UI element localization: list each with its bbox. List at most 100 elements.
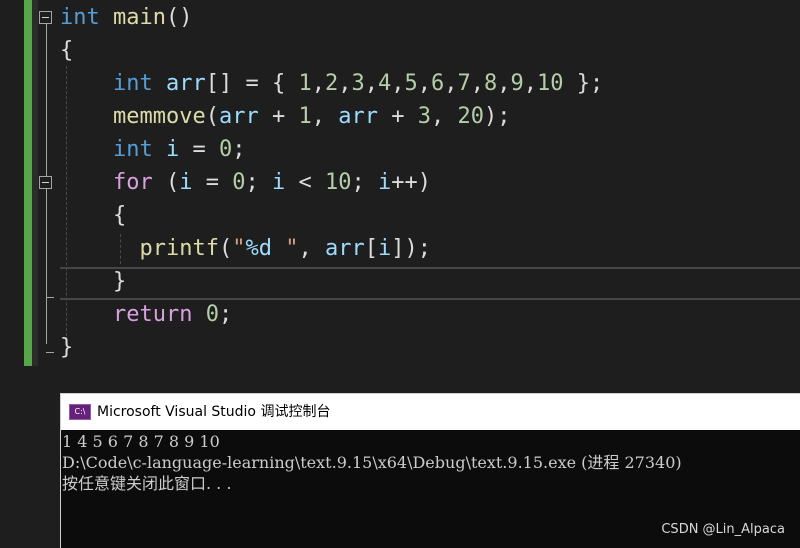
code-token: %d [245,236,272,261]
code-token: 9 [510,71,524,96]
code-token: = [179,137,219,162]
code-token: i [165,137,180,162]
code-token: , [311,71,325,96]
code-token: , [523,71,537,96]
code-token: i [377,170,392,195]
code-token: 3 [351,71,365,96]
code-line: for (i = 0; i < 10; i++) [60,166,431,199]
code-token: () [165,5,193,30]
code-token: arr [218,104,259,129]
console-output-line: 按任意键关闭此窗口. . . [62,474,232,493]
code-token: i [377,236,392,261]
code-line: return 0; [60,298,232,331]
code-token: arr [338,104,378,129]
code-token: 1 [298,71,312,96]
outline-end-marker [46,297,54,298]
code-token: 1 [298,104,312,129]
current-line-highlight [60,267,800,300]
code-token: arr [324,236,365,261]
code-token: for [112,170,153,195]
visual-studio-console-icon: C:\ [69,404,91,420]
code-token: main [113,5,166,30]
code-token: 4 [377,71,392,96]
fold-collapse-icon[interactable] [39,176,52,189]
code-line: int arr[] = { 1,2,3,4,5,6,7,8,9,10 }; [60,67,603,100]
editor-margin [32,0,38,366]
code-token: ( [218,236,233,261]
code-token: ; [232,137,246,162]
console-titlebar[interactable]: C:\ Microsoft Visual Studio 调试控制台 [61,394,800,430]
code-line: } [60,265,126,298]
outline-end-marker [46,352,54,353]
code-token: ; [351,170,378,195]
code-token: i [271,170,286,195]
code-token: 20 [457,104,484,129]
code-token: int [112,137,153,162]
code-line: int main() [60,1,192,34]
code-token: printf [139,236,219,261]
code-line: printf("%d ", arr[i]); [60,232,431,265]
code-token: 2 [324,71,339,96]
console-title: Microsoft Visual Studio 调试控制台 [97,404,331,420]
code-token: ++) [391,170,431,195]
code-token: ; [218,302,233,327]
code-token: }; [563,71,604,96]
code-token: i [179,170,193,195]
code-line: memmove(arr + 1, arr + 3, 20); [60,100,510,133]
code-token: { [60,38,74,63]
code-token: [ [364,236,378,261]
code-token: 8 [483,71,498,96]
code-token: " [232,236,246,261]
code-token: [] = { [205,71,299,96]
code-token: , [364,71,378,96]
code-token: " [271,236,299,261]
code-token: 10 [536,71,564,96]
code-token: ( [205,104,219,129]
code-line: { [60,34,73,67]
code-token: 7 [457,71,471,96]
code-token: 10 [324,170,352,195]
code-token: < [285,170,325,195]
code-token: 6 [430,71,445,96]
code-token: , [298,236,325,261]
code-token: arr [165,71,206,96]
code-token: , [311,104,339,129]
code-token: 0 [205,302,219,327]
code-token: , [417,71,431,96]
code-token: , [430,104,458,129]
code-token: { [60,203,127,228]
code-token: memmove [112,104,206,129]
fold-collapse-icon[interactable] [39,11,52,24]
console-output-line: D:\Code\c-language-learning\text.9.15\x6… [62,453,682,472]
console-output-line: 1 4 5 6 7 8 7 8 9 10 [62,432,220,451]
code-token: ( [152,170,180,195]
code-token: 5 [404,71,418,96]
code-token: return [112,302,193,327]
code-token: + [377,104,418,129]
editor-gutter [0,0,24,366]
code-editor[interactable]: int main(){ int arr[] = { 1,2,3,4,5,6,7,… [0,0,800,366]
code-token: 0 [232,170,246,195]
code-line: { [60,199,126,232]
code-line: } [60,331,73,364]
code-token: ); [483,104,511,129]
watermark-text: CSDN @Lin_Alpaca [661,522,785,537]
code-token: ]); [391,236,431,261]
code-token: , [444,71,458,96]
code-token: + [258,104,299,129]
code-token: 3 [417,104,431,129]
code-token: int [60,5,100,30]
code-token: , [391,71,405,96]
code-token: , [497,71,511,96]
code-token: , [470,71,484,96]
